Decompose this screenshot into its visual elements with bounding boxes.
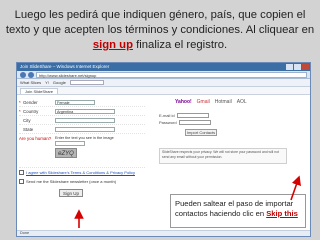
window-title: Join SlideShare – Windows Internet Explo…: [20, 64, 110, 69]
newsletter-label: Send me the Slideshare newsletter (once …: [26, 179, 117, 184]
captcha-label: Are you human?: [19, 136, 52, 141]
back-icon[interactable]: [20, 71, 26, 78]
country-row: * Country Argentina: [19, 107, 145, 116]
terms-checkbox[interactable]: [19, 170, 24, 175]
captcha-input[interactable]: [55, 141, 85, 146]
import-password-label: Password: [159, 120, 177, 125]
privacy-note: SlideShare respects your privacy. We wil…: [159, 148, 287, 164]
title-bar: Join SlideShare – Windows Internet Explo…: [17, 63, 310, 71]
country-label: Country: [23, 108, 39, 114]
toolbar-item-google[interactable]: Google: [53, 80, 66, 85]
import-password-input[interactable]: [178, 120, 211, 125]
caption-part2: finaliza el registro.: [132, 39, 228, 51]
toolbar-item-slices[interactable]: What Slices: [20, 80, 41, 85]
caption-keyword: sign up: [92, 39, 133, 51]
captcha-box: Enter the text you see in the image eZYQ: [55, 136, 114, 158]
terms-link[interactable]: I agree with Slideshare's Terms & Condit…: [26, 170, 135, 175]
webmail-logos: Yahoo! Gmail Hotmail AOL: [155, 98, 307, 106]
newsletter-checkbox[interactable]: [19, 179, 24, 184]
toolbar-search-input[interactable]: [69, 80, 104, 85]
city-row: City: [19, 116, 145, 125]
signup-form: * Gender Female * Country Argentina City S…: [19, 98, 145, 224]
state-label: State: [23, 126, 34, 132]
state-row: State: [19, 125, 145, 134]
gender-select[interactable]: Female: [55, 99, 95, 105]
captcha-row: Are you human? Enter the text you see in…: [19, 134, 145, 168]
country-select[interactable]: Argentina: [55, 108, 115, 114]
address-bar: http://www.slideshare.net/signup: [17, 71, 310, 79]
gender-row: * Gender Female: [19, 98, 145, 107]
close-icon[interactable]: [302, 64, 309, 70]
aol-logo[interactable]: AOL: [237, 99, 247, 105]
maximize-icon[interactable]: [294, 64, 301, 70]
state-input[interactable]: [55, 126, 115, 132]
import-fields: E-mail id Password Import Contacts Slide…: [155, 112, 307, 164]
captcha-hint: Enter the text you see in the image: [55, 136, 114, 140]
import-email-label: E-mail id: [159, 113, 175, 118]
browser-toolbar: What Slices Y! Google: [17, 79, 310, 87]
yahoo-logo[interactable]: Yahoo!: [175, 99, 192, 105]
minimize-icon[interactable]: [286, 64, 293, 70]
toolbar-item-yahoo[interactable]: Y!: [45, 80, 49, 85]
city-label: City: [23, 117, 31, 123]
gmail-logo[interactable]: Gmail: [197, 99, 210, 105]
newsletter-row: Send me the Slideshare newsletter (once …: [19, 177, 145, 186]
hotmail-logo[interactable]: Hotmail: [215, 99, 232, 105]
import-contacts-button[interactable]: Import Contacts: [185, 129, 217, 136]
tab-join-slideshare[interactable]: Join SlideShare: [20, 88, 59, 94]
callout-skip: Skip this: [266, 209, 298, 218]
forward-icon[interactable]: [28, 71, 34, 78]
status-bar: Done: [17, 230, 310, 236]
city-input[interactable]: [55, 117, 115, 123]
callout-box: Pueden saltear el paso de importar conta…: [170, 194, 306, 228]
tab-strip: Join SlideShare: [17, 87, 310, 95]
caption-part1: Luego les pedirá que indiquen género, pa…: [5, 9, 315, 36]
url-field[interactable]: http://www.slideshare.net/signup: [36, 71, 307, 78]
gender-label: Gender: [23, 99, 38, 105]
caption-text: Luego les pedirá que indiquen género, pa…: [2, 2, 318, 64]
sign-up-button[interactable]: Sign Up: [59, 189, 83, 197]
terms-row: I agree with Slideshare's Terms & Condit…: [19, 168, 145, 177]
import-email-input[interactable]: [176, 113, 209, 118]
captcha-image: eZYQ: [55, 148, 77, 158]
